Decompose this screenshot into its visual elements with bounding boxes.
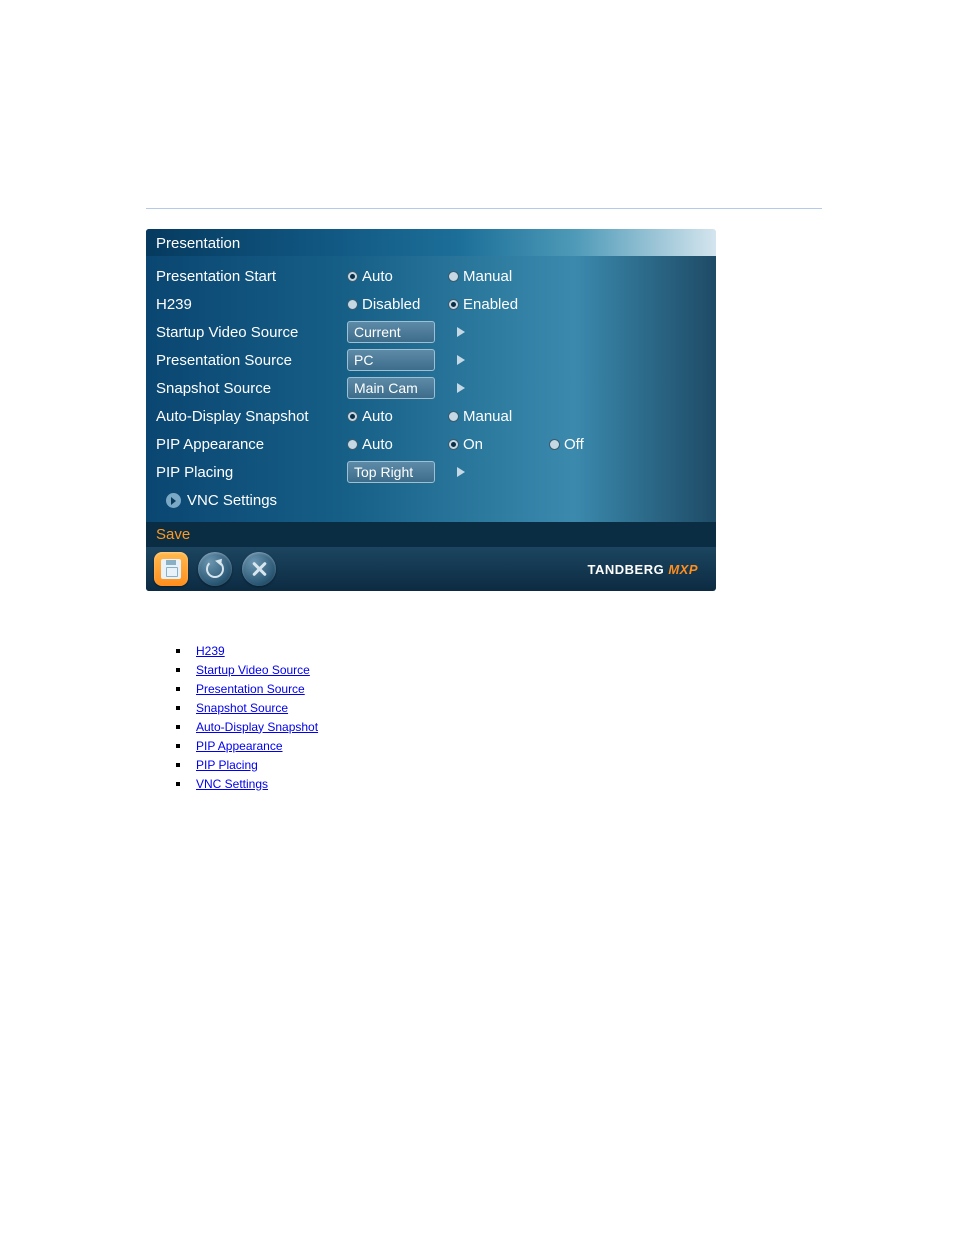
list-item: PIP Appearance bbox=[176, 736, 954, 755]
doc-link[interactable]: Auto-Display Snapshot bbox=[196, 720, 318, 734]
select-value[interactable]: Main Cam bbox=[347, 377, 435, 399]
radio-dot-icon bbox=[347, 411, 358, 422]
radio-label: Auto bbox=[362, 268, 393, 285]
select-value[interactable]: PC bbox=[347, 349, 435, 371]
radio-label: On bbox=[463, 436, 483, 453]
radio-option[interactable]: Auto bbox=[347, 268, 442, 285]
radio-dot-icon bbox=[347, 439, 358, 450]
submenu-item[interactable]: VNC Settings bbox=[156, 486, 706, 514]
setting-row: Presentation Source PC bbox=[156, 346, 706, 374]
chevron-right-icon[interactable] bbox=[457, 383, 465, 393]
setting-label: Snapshot Source bbox=[156, 380, 341, 397]
bullet-icon bbox=[176, 706, 180, 710]
chevron-right-icon[interactable] bbox=[457, 327, 465, 337]
setting-row: Snapshot Source Main Cam bbox=[156, 374, 706, 402]
close-icon bbox=[250, 560, 268, 578]
radio-option[interactable]: Enabled bbox=[448, 296, 543, 313]
setting-row: Presentation Start Auto Manual bbox=[156, 262, 706, 290]
list-item: Presentation Source bbox=[176, 679, 954, 698]
radio-label: Manual bbox=[463, 268, 512, 285]
radio-label: Enabled bbox=[463, 296, 518, 313]
radio-dot-icon bbox=[549, 439, 560, 450]
setting-label: Startup Video Source bbox=[156, 324, 341, 341]
submenu-arrow-icon bbox=[166, 493, 181, 508]
bullet-icon bbox=[176, 649, 180, 653]
doc-link[interactable]: Startup Video Source bbox=[196, 663, 310, 677]
radio-dot-icon bbox=[448, 439, 459, 450]
setting-row: H239 Disabled Enabled bbox=[156, 290, 706, 318]
select-value[interactable]: Current bbox=[347, 321, 435, 343]
divider bbox=[146, 208, 822, 209]
chevron-right-icon[interactable] bbox=[457, 467, 465, 477]
radio-option[interactable]: Auto bbox=[347, 408, 442, 425]
setting-label: Presentation Start bbox=[156, 268, 341, 285]
radio-dot-icon bbox=[448, 271, 459, 282]
save-button[interactable] bbox=[154, 552, 188, 586]
setting-label: H239 bbox=[156, 296, 341, 313]
bullet-icon bbox=[176, 668, 180, 672]
save-label: Save bbox=[146, 522, 716, 547]
doc-link[interactable]: Presentation Source bbox=[196, 682, 305, 696]
radio-option[interactable]: Auto bbox=[347, 436, 442, 453]
bullet-icon bbox=[176, 782, 180, 786]
list-item: Auto-Display Snapshot bbox=[176, 717, 954, 736]
doc-link[interactable]: PIP Appearance bbox=[196, 739, 283, 753]
radio-option[interactable]: Disabled bbox=[347, 296, 442, 313]
setting-row: PIP Placing Top Right bbox=[156, 458, 706, 486]
link-list: H239 Startup Video Source Presentation Sou… bbox=[176, 641, 954, 793]
radio-label: Off bbox=[564, 436, 584, 453]
refresh-button[interactable] bbox=[198, 552, 232, 586]
radio-option[interactable]: Manual bbox=[448, 268, 543, 285]
radio-label: Disabled bbox=[362, 296, 420, 313]
list-item: VNC Settings bbox=[176, 774, 954, 793]
radio-label: Auto bbox=[362, 408, 393, 425]
floppy-icon bbox=[161, 559, 181, 579]
radio-dot-icon bbox=[347, 299, 358, 310]
setting-label: Presentation Source bbox=[156, 352, 341, 369]
toolbar: TANDBERG MXP bbox=[146, 547, 716, 591]
bullet-icon bbox=[176, 763, 180, 767]
cancel-button[interactable] bbox=[242, 552, 276, 586]
list-item: Snapshot Source bbox=[176, 698, 954, 717]
setting-label: Auto-Display Snapshot bbox=[156, 408, 341, 425]
setting-label: PIP Appearance bbox=[156, 436, 341, 453]
radio-option[interactable]: Off bbox=[549, 436, 644, 453]
submenu-label: VNC Settings bbox=[187, 492, 277, 509]
radio-label: Manual bbox=[463, 408, 512, 425]
chevron-right-icon[interactable] bbox=[457, 355, 465, 365]
radio-dot-icon bbox=[448, 299, 459, 310]
brand-logo: TANDBERG MXP bbox=[588, 562, 709, 577]
radio-label: Auto bbox=[362, 436, 393, 453]
doc-link[interactable]: H239 bbox=[196, 644, 225, 658]
radio-dot-icon bbox=[347, 271, 358, 282]
list-item: Startup Video Source bbox=[176, 660, 954, 679]
radio-option[interactable]: Manual bbox=[448, 408, 543, 425]
panel-title: Presentation bbox=[146, 229, 716, 256]
doc-link[interactable]: Snapshot Source bbox=[196, 701, 288, 715]
doc-link[interactable]: PIP Placing bbox=[196, 758, 258, 772]
select-value[interactable]: Top Right bbox=[347, 461, 435, 483]
setting-row: Startup Video Source Current bbox=[156, 318, 706, 346]
list-item: PIP Placing bbox=[176, 755, 954, 774]
setting-row: Auto-Display Snapshot Auto Manual bbox=[156, 402, 706, 430]
bullet-icon bbox=[176, 744, 180, 748]
list-item: H239 bbox=[176, 641, 954, 660]
refresh-icon bbox=[206, 560, 224, 578]
radio-dot-icon bbox=[448, 411, 459, 422]
bullet-icon bbox=[176, 725, 180, 729]
setting-row: PIP Appearance Auto On Off bbox=[156, 430, 706, 458]
doc-link[interactable]: VNC Settings bbox=[196, 777, 268, 791]
settings-panel: Presentation Presentation Start Auto Manua… bbox=[146, 229, 716, 591]
radio-option[interactable]: On bbox=[448, 436, 543, 453]
setting-label: PIP Placing bbox=[156, 464, 341, 481]
bullet-icon bbox=[176, 687, 180, 691]
